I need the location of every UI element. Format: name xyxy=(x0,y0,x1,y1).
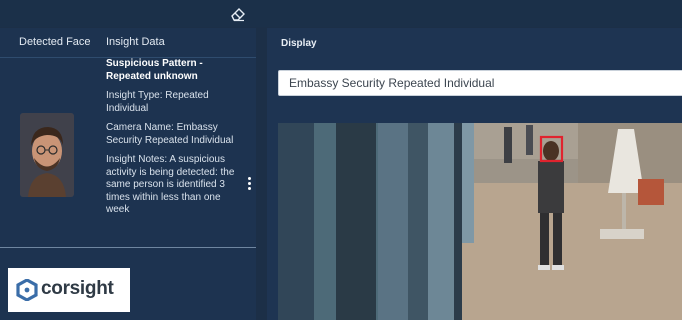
insight-notes: Insight Notes: A suspicious activity is … xyxy=(106,154,235,215)
top-bar xyxy=(0,0,682,27)
display-title: Display xyxy=(281,38,317,49)
camera-select[interactable]: Embassy Security Repeated Individual xyxy=(278,70,682,96)
logo-text: corsight xyxy=(41,278,114,299)
camera-feed[interactable] xyxy=(278,123,682,320)
eraser-icon[interactable] xyxy=(229,6,247,22)
insight-details: Suspicious Pattern - Repeated unknown In… xyxy=(106,58,246,224)
corsight-logo: corsight xyxy=(8,268,130,312)
table-row[interactable]: Suspicious Pattern - Repeated unknown In… xyxy=(0,58,256,248)
corsight-logo-mark xyxy=(16,279,38,301)
detected-face-header: Detected Face xyxy=(19,36,91,48)
display-panel: Display Embassy Security Repeated Indivi… xyxy=(267,28,682,320)
detected-face-thumbnail[interactable] xyxy=(20,113,74,197)
insight-data-header: Insight Data xyxy=(106,36,165,48)
more-options-icon[interactable] xyxy=(246,177,252,191)
insight-type: Insight Type: Repeated Individual xyxy=(106,90,209,114)
table-header: Detected Face Insight Data xyxy=(0,28,256,58)
camera-name: Camera Name: Embassy Security Repeated I… xyxy=(106,122,234,146)
insight-title: Suspicious Pattern - Repeated unknown xyxy=(106,58,203,82)
face-image xyxy=(20,113,74,197)
insights-panel: Detected Face Insight Data Suspicious Pa… xyxy=(0,28,256,320)
camera-feed-image xyxy=(278,123,682,320)
